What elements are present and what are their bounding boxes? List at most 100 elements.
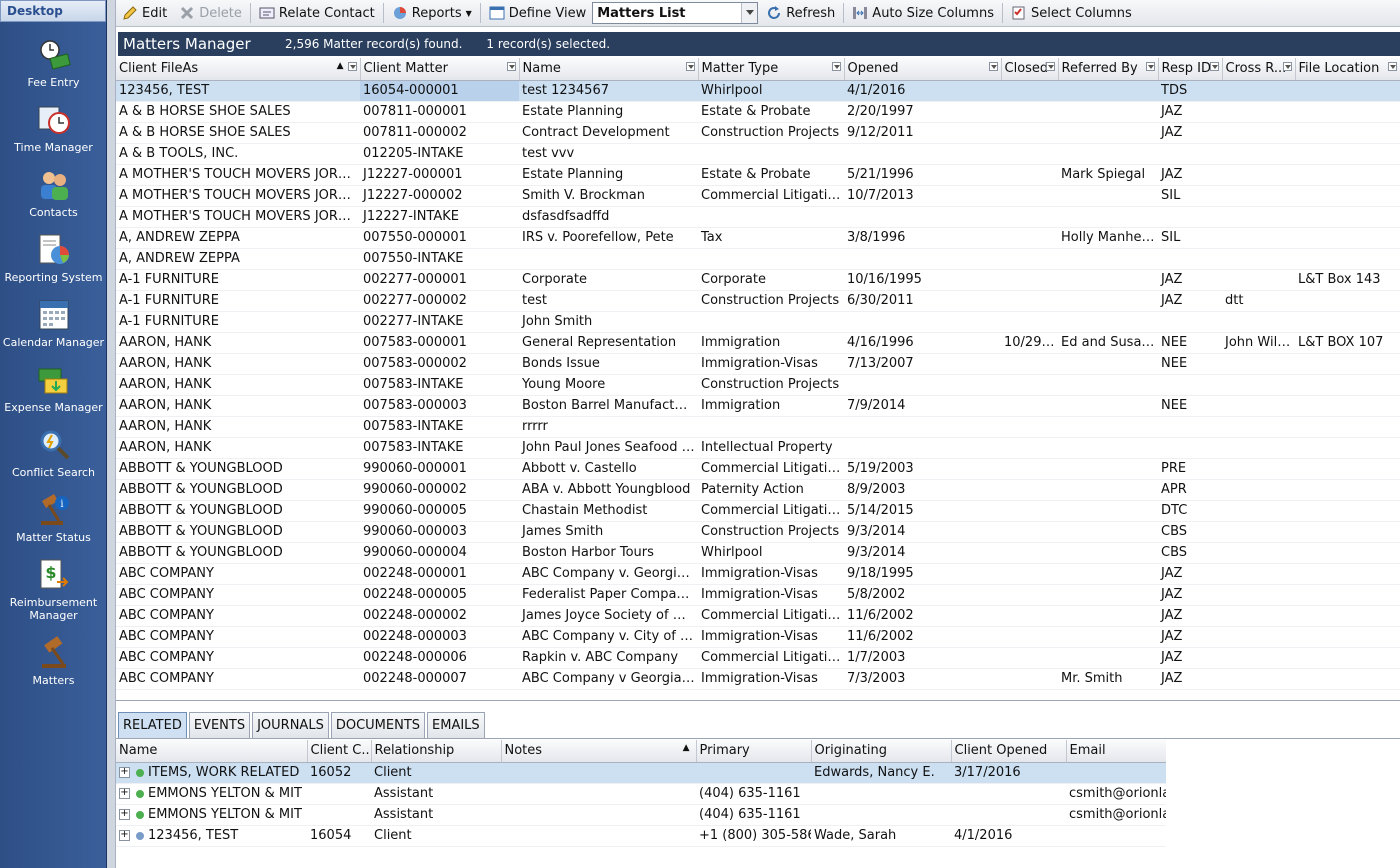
tab-documents[interactable]: DOCUMENTS	[330, 712, 426, 738]
table-cell[interactable]: Immigration-Visas	[698, 626, 844, 648]
table-cell[interactable]	[1001, 563, 1058, 585]
table-cell[interactable]	[1222, 269, 1295, 291]
table-row[interactable]: A & B HORSE SHOE SALES 007811-000002 Contr…	[116, 122, 1400, 144]
table-cell[interactable]	[1222, 143, 1295, 165]
table-row[interactable]: ABC COMPANY 002248-000002 James Joyce Soci…	[116, 605, 1400, 627]
table-cell[interactable]	[1222, 164, 1295, 186]
table-cell[interactable]: Whirlpool	[698, 542, 844, 564]
table-cell[interactable]: 002248-000006	[360, 647, 519, 669]
table-cell[interactable]: 10/29/...	[1001, 332, 1058, 354]
table-cell[interactable]: Construction Projects	[698, 374, 844, 396]
table-cell[interactable]: JAZ	[1158, 269, 1222, 291]
table-cell[interactable]: ABBOTT & YOUNGBLOOD	[116, 479, 360, 501]
table-row[interactable]: ABBOTT & YOUNGBLOOD 990060-000004 Boston H…	[116, 542, 1400, 564]
table-cell[interactable]	[1295, 647, 1400, 669]
filter-icon[interactable]	[988, 62, 998, 71]
table-cell[interactable]	[1058, 185, 1158, 207]
filter-icon[interactable]	[685, 62, 695, 71]
table-cell[interactable]	[844, 311, 1001, 333]
table-row[interactable]: ABC COMPANY 002248-000005 Federalist Paper…	[116, 584, 1400, 606]
table-cell[interactable]	[844, 374, 1001, 396]
table-cell[interactable]: SIL	[1158, 185, 1222, 207]
table-cell[interactable]: Boston Harbor Tours	[519, 542, 698, 564]
sidebar-item-contacts[interactable]: Contacts	[0, 168, 107, 219]
table-row[interactable]: ABBOTT & YOUNGBLOOD 990060-000002 ABA v. A…	[116, 479, 1400, 501]
sidebar-splitter[interactable]	[107, 0, 116, 868]
table-cell[interactable]: James Smith	[519, 521, 698, 543]
table-cell[interactable]: JAZ	[1158, 605, 1222, 627]
table-cell[interactable]: 007550-INTAKE	[360, 248, 519, 270]
table-cell[interactable]	[1058, 500, 1158, 522]
table-cell[interactable]: Corporate	[519, 269, 698, 291]
table-cell[interactable]: 3/8/1996	[844, 227, 1001, 249]
table-cell[interactable]	[698, 206, 844, 228]
table-row[interactable]: ABC COMPANY 002248-000006 Rapkin v. ABC Co…	[116, 647, 1400, 669]
table-cell[interactable]: 002248-000001	[360, 563, 519, 585]
tab-events[interactable]: EVENTS	[188, 712, 251, 738]
chevron-down-icon[interactable]	[741, 3, 758, 23]
table-cell[interactable]: IRS v. Poorefellow, Pete	[519, 227, 698, 249]
column-header[interactable]: Referred By	[1058, 58, 1159, 81]
table-cell[interactable]: PRE	[1158, 458, 1222, 480]
filter-icon[interactable]	[1045, 62, 1055, 71]
table-cell[interactable]: A-1 FURNITURE	[116, 269, 360, 291]
column-header[interactable]: Opened	[844, 58, 1002, 81]
table-cell[interactable]	[1222, 374, 1295, 396]
table-cell[interactable]: 007583-000001	[360, 332, 519, 354]
tab-related[interactable]: RELATED	[118, 712, 187, 738]
table-cell[interactable]: + EMMONS YELTON & MIT	[116, 804, 307, 826]
table-cell[interactable]	[1222, 605, 1295, 627]
table-cell[interactable]: 007811-000001	[360, 101, 519, 123]
table-cell[interactable]: ABBOTT & YOUNGBLOOD	[116, 458, 360, 480]
table-cell[interactable]: DTC	[1158, 500, 1222, 522]
table-cell[interactable]	[1222, 542, 1295, 564]
table-row[interactable]: A-1 FURNITURE 002277-000001 Corporate Corpo…	[116, 269, 1400, 291]
table-cell[interactable]: 5/8/2002	[844, 584, 1001, 606]
table-cell[interactable]: CBS	[1158, 521, 1222, 543]
refresh-button[interactable]: Refresh	[760, 1, 841, 26]
table-cell[interactable]	[307, 783, 371, 805]
table-cell[interactable]	[501, 804, 696, 826]
table-row[interactable]: A, ANDREW ZEPPA 007550-000001 IRS v. Poore…	[116, 227, 1400, 249]
table-cell[interactable]: Edwards, Nancy E.	[811, 762, 951, 784]
table-cell[interactable]: A-1 FURNITURE	[116, 290, 360, 312]
table-cell[interactable]	[1158, 437, 1222, 459]
table-cell[interactable]: 012205-INTAKE	[360, 143, 519, 165]
table-cell[interactable]: 16054	[307, 825, 371, 847]
table-cell[interactable]: A & B HORSE SHOE SALES	[116, 101, 360, 123]
table-cell[interactable]: JAZ	[1158, 290, 1222, 312]
table-cell[interactable]	[698, 143, 844, 165]
table-cell[interactable]	[1001, 521, 1058, 543]
table-cell[interactable]	[1001, 122, 1058, 144]
table-cell[interactable]: (404) 635-1161	[696, 783, 811, 805]
table-cell[interactable]	[1295, 500, 1400, 522]
table-cell[interactable]	[1001, 143, 1058, 165]
table-cell[interactable]: test	[519, 290, 698, 312]
table-cell[interactable]: Boston Barrel Manufacturers	[519, 395, 698, 417]
table-row[interactable]: ABC COMPANY 002248-000001 ABC Company v. G…	[116, 563, 1400, 585]
column-header[interactable]: Client FileAs ▲	[116, 58, 361, 81]
table-cell[interactable]: John Wilb...	[1222, 332, 1295, 354]
table-cell[interactable]: 990060-000003	[360, 521, 519, 543]
column-header[interactable]: Client Matter	[360, 58, 520, 81]
table-cell[interactable]: test vvv	[519, 143, 698, 165]
table-row[interactable]: A-1 FURNITURE 002277-INTAKE John Smith	[116, 311, 1400, 333]
table-cell[interactable]	[951, 783, 1066, 805]
table-cell[interactable]	[1295, 311, 1400, 333]
table-cell[interactable]: 002248-000003	[360, 626, 519, 648]
table-row[interactable]: ABC COMPANY 002248-000003 ABC Company v. C…	[116, 626, 1400, 648]
table-cell[interactable]	[1295, 521, 1400, 543]
table-cell[interactable]	[1058, 416, 1158, 438]
table-cell[interactable]	[1222, 668, 1295, 690]
table-cell[interactable]: Client	[371, 762, 501, 784]
sidebar-item-fee-entry[interactable]: Fee Entry	[0, 38, 107, 89]
table-cell[interactable]: Paternity Action	[698, 479, 844, 501]
table-cell[interactable]	[1001, 164, 1058, 186]
edit-button[interactable]: Edit	[116, 1, 173, 26]
table-cell[interactable]	[1058, 290, 1158, 312]
table-cell[interactable]: Immigration-Visas	[698, 563, 844, 585]
column-header[interactable]: Notes ▲	[501, 740, 697, 763]
table-cell[interactable]	[1001, 206, 1058, 228]
table-cell[interactable]	[1295, 101, 1400, 123]
table-cell[interactable]: Commercial Litigation 1	[698, 500, 844, 522]
